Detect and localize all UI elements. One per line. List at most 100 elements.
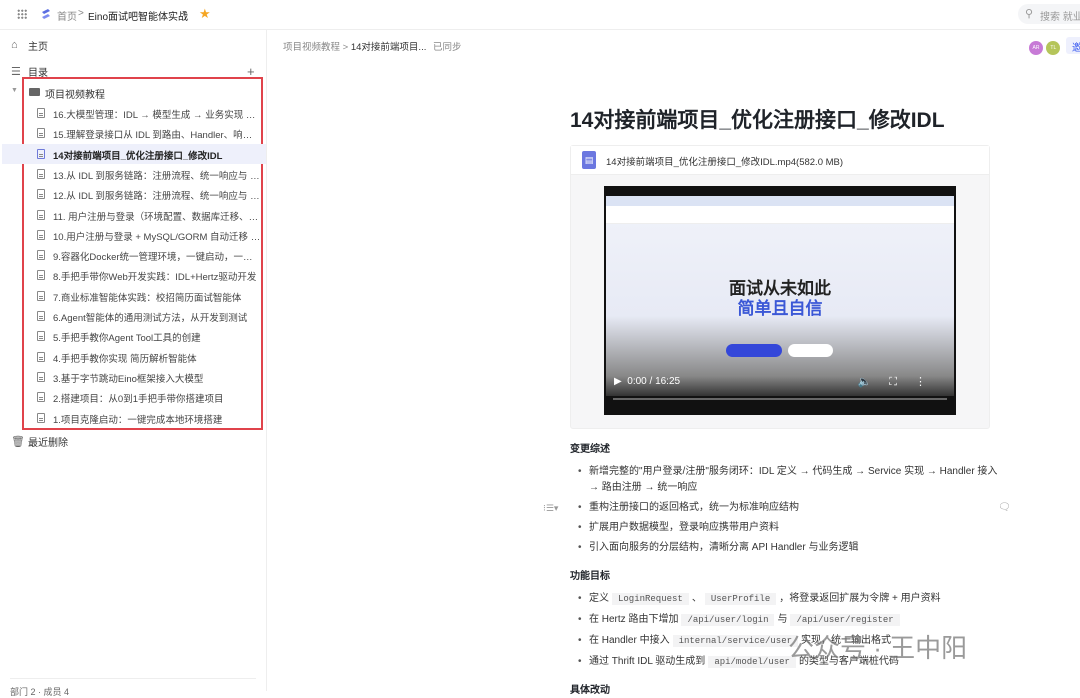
video-cta-secondary	[788, 344, 833, 357]
tree-item[interactable]: 8.手把手带你Web开发实践：IDL+Hertz驱动开发	[2, 265, 266, 285]
tree-item-label: 11. 用户注册与登录（环境配置、数据库迁移、JWT鉴权）	[53, 211, 261, 223]
tree-item[interactable]: 16.大模型管理：IDL → 模型生成 → 业务实现 → Handler	[2, 103, 266, 123]
tree-item-label: 6.Agent智能体的通用测试方法，从开发到测试	[53, 313, 248, 324]
avatar[interactable]: AR	[1029, 41, 1043, 55]
tree-item-label: 15.理解登录接口从 IDL 到路由、Handler、响应的全流程	[53, 130, 261, 142]
top-bar: 首页 > Eino面试吧智能体实战 ▼ ★ ⚲ 搜索 就业	[0, 0, 1080, 30]
page-title: 14对接前端项目_优化注册接口_修改IDL	[570, 109, 945, 132]
tree-item[interactable]: 11. 用户注册与登录（环境配置、数据库迁移、JWT鉴权）	[2, 205, 266, 225]
fullscreen-icon[interactable]: ⛶	[889, 376, 915, 388]
document-icon	[37, 250, 45, 261]
attachment-name[interactable]: 14对接前端项目_优化注册接口_修改IDL.mp4(582.0 MB)	[606, 154, 843, 168]
invite-button[interactable]: 邀	[1066, 37, 1080, 54]
tree-item-label: 9.容器化Docker统一管理环境，一键启动，一键部署	[53, 252, 261, 264]
star-icon[interactable]: ★	[199, 6, 211, 22]
document-icon	[37, 392, 45, 403]
list-item: 重构注册接口的返回格式，统一为标准响应结构	[578, 500, 998, 516]
video-player[interactable]: 面试从未如此 简单且自信 ▶ 0:00 / 16:25 🔈⛶⋮	[604, 186, 956, 415]
inline-code: LoginRequest	[612, 593, 689, 605]
document-icon	[37, 229, 45, 240]
tree-item[interactable]: 13.从 IDL 到服务链路：注册流程、统一响应与 JWT 鉴权	[2, 164, 266, 184]
home-link[interactable]: 首页	[57, 8, 77, 23]
inline-code: /api/user/login	[681, 614, 775, 626]
tree-item[interactable]: 14对接前端项目_优化注册接口_修改IDL	[2, 143, 266, 164]
tree-highlight-box: ▼ 项目视频教程 16.大模型管理：IDL → 模型生成 → 业务实现 → Han…	[2, 77, 266, 430]
volume-icon[interactable]: 🔈	[858, 376, 890, 388]
list-item: 定义LoginRequest、UserProfile，将登录返回扩展为令牌 + …	[578, 591, 998, 607]
tree-item[interactable]: 9.容器化Docker统一管理环境，一键启动，一键部署	[2, 245, 266, 265]
logo-icon	[42, 9, 50, 19]
tree-item[interactable]: 7.商业标准智能体实践：校招简历面试智能体	[2, 286, 266, 306]
tree-item-label: 10.用户注册与登录 + MySQL/GORM 自动迁移 从0到1	[53, 231, 261, 243]
video-file-icon: ▤	[582, 151, 596, 169]
avatar[interactable]: TL	[1046, 41, 1061, 55]
tree-item[interactable]: 1.项目克隆启动：一键完成本地环境搭建	[2, 408, 266, 428]
document-icon	[37, 168, 45, 179]
tree-item[interactable]: 4.手把手教你实现 简历解析智能体	[2, 347, 266, 367]
comment-icon[interactable]: 🗨	[998, 502, 1011, 513]
breadcrumb-separator: >	[342, 42, 349, 53]
document-icon	[37, 209, 45, 220]
breadcrumb-parent[interactable]: 项目视频教程	[283, 42, 340, 53]
tree-item-label: 16.大模型管理：IDL → 模型生成 → 业务实现 → Handler	[53, 110, 261, 121]
section-heading: 功能目标	[570, 571, 610, 582]
document-icon	[37, 189, 45, 200]
section-heading: 具体改动	[570, 685, 610, 696]
play-icon[interactable]: ▶	[614, 376, 622, 387]
tree-item[interactable]: 15.理解登录接口从 IDL 到路由、Handler、响应的全流程	[2, 123, 266, 143]
document-icon	[37, 128, 45, 139]
tree-item-label: 2.搭建项目：从0到1手把手带你搭建项目	[53, 394, 224, 406]
list-item: 新增完整的"用户登录/注册"服务闭环：IDL 定义 → 代码生成 → Servi…	[578, 464, 998, 496]
video-cta	[726, 344, 782, 357]
video-frame: 面试从未如此 简单且自信	[606, 196, 954, 396]
document-icon	[37, 290, 45, 301]
search-placeholder: 搜索 就业	[1040, 12, 1080, 23]
tree-item-label: 7.商业标准智能体实践：校招简历面试智能体	[53, 292, 242, 304]
tree-item[interactable]: 5.手把手教你Agent Tool工具的创建	[2, 326, 266, 346]
tree-item[interactable]: 6.Agent智能体的通用测试方法，从开发到测试	[2, 306, 266, 326]
tree-item[interactable]: 2.搭建项目：从0到1手把手带你搭建项目	[2, 387, 266, 407]
more-icon[interactable]: ⋮	[915, 376, 944, 388]
video-progress-bar[interactable]	[613, 398, 947, 400]
block-handle-icon[interactable]: ⁝☰▾	[543, 503, 558, 514]
folder-item[interactable]: ▼ 项目视频教程	[2, 83, 266, 103]
tree-item[interactable]: 10.用户注册与登录 + MySQL/GORM 自动迁移 从0到1	[2, 225, 266, 245]
tree-item[interactable]: 3.基于字节跳动Eino框架接入大模型	[2, 367, 266, 387]
document-icon	[37, 148, 45, 159]
document-icon	[37, 311, 45, 321]
sync-status: 已同步	[433, 42, 462, 53]
breadcrumb-separator: >	[78, 8, 84, 19]
breadcrumb-current: 14对接前端项目...	[350, 42, 427, 53]
list-icon: ☰	[11, 65, 21, 78]
document-icon	[37, 371, 45, 382]
document-icon	[37, 331, 45, 342]
sidebar-item-home[interactable]: ⌂ 主页	[0, 35, 266, 55]
document-icon	[37, 351, 45, 362]
sidebar-item-recent-deleted[interactable]: 🗑 最近删除	[0, 431, 266, 451]
collaborators: AR TL	[1029, 38, 1061, 55]
inline-code: /api/user/register	[790, 614, 900, 626]
section-heading: 变更综述	[570, 444, 610, 455]
inline-code: internal/service/user	[672, 635, 798, 647]
tree-item[interactable]: 12.从 IDL 到服务链路：注册流程、统一响应与 JWT	[2, 184, 266, 204]
tree-item-label: 1.项目克隆启动：一键完成本地环境搭建	[53, 414, 223, 426]
tree-item-label: 5.手把手教你Agent Tool工具的创建	[53, 333, 201, 345]
caret-down-icon[interactable]: ▼	[11, 87, 18, 94]
app-grid-icon[interactable]	[17, 9, 27, 19]
inline-code: UserProfile	[704, 593, 777, 605]
home-icon: ⌂	[11, 39, 18, 51]
folder-icon	[29, 88, 40, 96]
space-switcher[interactable]: Eino面试吧智能体实战	[88, 8, 188, 23]
tree-item-label: 8.手把手带你Web开发实践：IDL+Hertz驱动开发	[53, 272, 257, 284]
list-item: 扩展用户数据模型，登录响应携带用户资料	[578, 520, 998, 536]
search-input[interactable]: ⚲ 搜索 就业	[1018, 4, 1080, 24]
inline-code: api/model/user	[708, 656, 796, 668]
chevron-down-icon[interactable]: ▼	[181, 10, 188, 17]
folder-label: 项目视频教程	[45, 90, 105, 101]
tree-item-label: 3.基于字节跳动Eino框架接入大模型	[53, 373, 204, 385]
sidebar-home-label: 主页	[28, 41, 48, 53]
video-subheadline: 简单且自信	[737, 299, 823, 318]
sidebar: ⌂ 主页 ☰ 目录 + ▼ 项目视频教程 16.大模型管理：IDL → 模型生成 → 业…	[0, 30, 267, 697]
video-time: 0:00 / 16:25	[627, 376, 681, 387]
team-info[interactable]: 部门 2 · 成员 4	[10, 687, 69, 697]
